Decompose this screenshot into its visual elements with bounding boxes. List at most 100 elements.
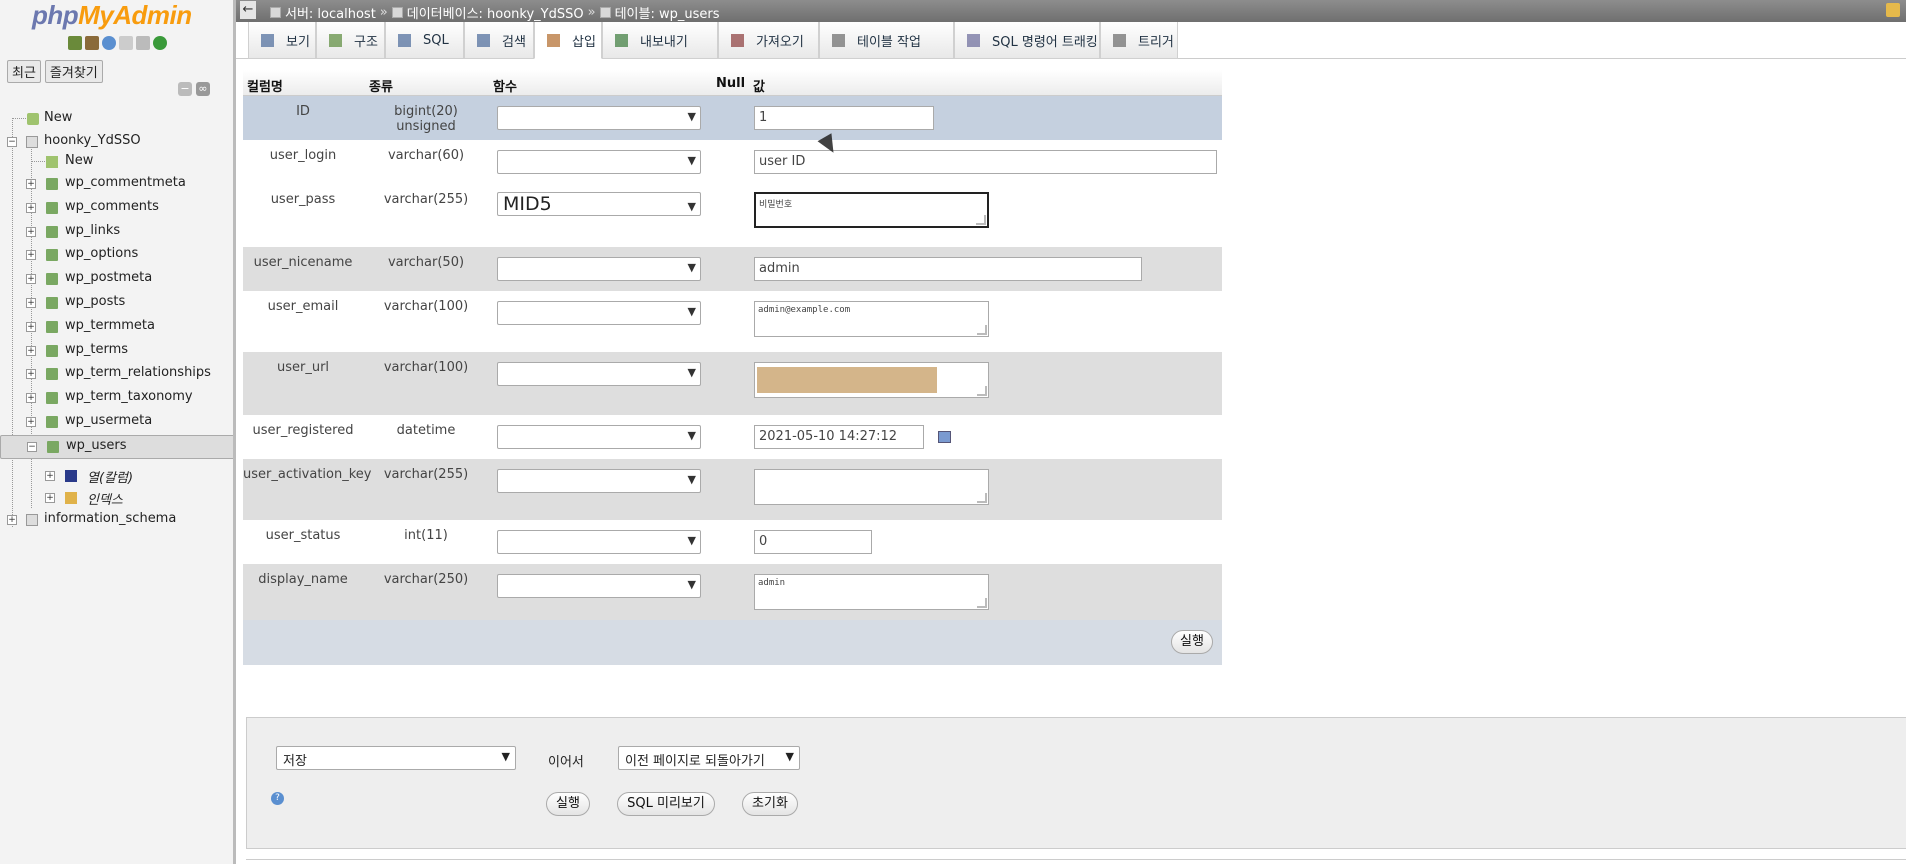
docs-icon[interactable] <box>119 36 133 50</box>
tree-item-wp-term-relationships[interactable]: + wp_term_relationships <box>0 363 233 385</box>
reset-button[interactable]: 초기화 <box>742 792 798 816</box>
tree-item-information-schema[interactable]: + information_schema <box>0 509 233 531</box>
tab-search[interactable]: 검색 <box>464 22 534 59</box>
value-field[interactable] <box>754 469 989 505</box>
expand-table-icon[interactable]: + <box>26 369 36 380</box>
tree-item-wp-termmeta[interactable]: + wp_termmeta <box>0 316 233 338</box>
home-icon[interactable] <box>68 36 82 50</box>
link-with-main-icon[interactable]: ∞ <box>196 82 210 96</box>
value-field[interactable]: 1 <box>754 106 934 130</box>
expand-table-icon[interactable]: + <box>26 298 36 308</box>
function-select[interactable]: ▼ <box>497 574 701 598</box>
expand-table-icon[interactable]: + <box>26 345 36 356</box>
function-select[interactable]: ▼ <box>497 257 701 281</box>
expand-table-icon[interactable]: + <box>26 226 36 237</box>
function-select[interactable]: ▼ <box>497 530 701 554</box>
calendar-icon[interactable] <box>938 431 951 443</box>
collapse-all-icon[interactable]: − <box>178 82 192 96</box>
collapse-db-icon[interactable]: − <box>7 137 17 147</box>
value-field[interactable]: 0 <box>754 530 872 554</box>
recent-tab[interactable]: 최근 <box>7 60 41 83</box>
tab-export[interactable]: 내보내기 <box>602 22 718 59</box>
tree-item-wp-commentmeta[interactable]: + wp_commentmeta <box>0 173 233 195</box>
value-field[interactable]: 비밀번호 <box>754 192 989 228</box>
action-select[interactable]: 저장 ▼ <box>276 746 516 770</box>
tree-item-label: wp_termmeta <box>65 317 155 333</box>
tab-operations[interactable]: 테이블 작업 <box>819 22 954 59</box>
sql-preview-button[interactable]: SQL 미리보기 <box>617 792 715 816</box>
breadcrumb-database[interactable]: 데이터베이스: hoonky_YdSSO <box>407 3 584 22</box>
tree-item-wp-postmeta[interactable]: + wp_postmeta <box>0 268 233 290</box>
column-name: user_registered <box>252 423 354 438</box>
browse-icon <box>261 33 274 47</box>
breadcrumb-server[interactable]: 서버: localhost <box>285 3 376 22</box>
expand-table-icon[interactable]: + <box>26 179 36 189</box>
expand-table-icon[interactable]: + <box>26 393 36 404</box>
chevron-down-icon: ▼ <box>785 750 794 763</box>
tree-item-wp-usermeta[interactable]: + wp_usermeta <box>0 411 233 433</box>
tab-insert[interactable]: 삽입 <box>534 22 602 59</box>
tab-sql[interactable]: SQL <box>385 22 464 59</box>
tab-triggers[interactable]: 트리거 <box>1100 22 1178 59</box>
expand-table-icon[interactable]: + <box>26 321 36 332</box>
expand-indexes-icon[interactable]: + <box>45 493 55 503</box>
tree-item-wp-terms[interactable]: + wp_terms <box>0 340 233 362</box>
tree-item-wp-comments[interactable]: + wp_comments <box>0 197 233 219</box>
settings-icon[interactable] <box>136 36 150 50</box>
help-icon[interactable] <box>102 36 116 50</box>
tree-item-wp-term-taxonomy[interactable]: + wp_term_taxonomy <box>0 387 233 409</box>
expand-table-icon[interactable]: + <box>26 417 36 427</box>
value-field[interactable]: user ID <box>754 150 1217 174</box>
column-name: display_name <box>258 572 348 587</box>
function-select[interactable]: MID5 ▼ <box>497 192 701 216</box>
tree-item-new-db[interactable]: New <box>0 108 233 130</box>
function-select[interactable]: ▼ <box>497 106 701 130</box>
value-field[interactable]: admin <box>754 257 1142 281</box>
function-select[interactable]: ▼ <box>497 469 701 493</box>
tab-structure[interactable]: 구조 <box>316 22 385 59</box>
tree-item-new-table[interactable]: New <box>0 151 233 173</box>
new-table-icon <box>46 156 58 168</box>
value-field[interactable] <box>754 362 989 398</box>
function-select[interactable]: ▼ <box>497 362 701 386</box>
tab-browse[interactable]: 보기 <box>248 22 316 59</box>
collapse-table-icon[interactable]: − <box>27 441 37 452</box>
tree-item-columns[interactable]: + 열(칼럼) <box>0 465 233 487</box>
then-select[interactable]: 이전 페이지로 되돌아가기 ▼ <box>618 746 800 770</box>
value-field[interactable]: 2021-05-10 14:27:12 <box>754 425 924 449</box>
tree-item-hoonky-ydsso[interactable]: − hoonky_YdSSO <box>0 131 233 153</box>
phpmyadmin-logo[interactable]: phpMyAdmin <box>32 0 192 31</box>
expand-table-icon[interactable]: + <box>26 202 36 213</box>
tree-item-wp-options[interactable]: + wp_options <box>0 244 233 266</box>
execute-button[interactable]: 실행 <box>1171 630 1213 654</box>
chevron-down-icon: ▼ <box>687 200 696 213</box>
tree-item-label: wp_term_relationships <box>65 365 211 381</box>
help-icon[interactable]: ? <box>271 792 284 805</box>
column-name: user_email <box>267 299 339 314</box>
tree-item-wp-links[interactable]: + wp_links <box>0 221 233 243</box>
breadcrumb-table[interactable]: 테이블: wp_users <box>615 3 720 22</box>
sql-query-icon[interactable] <box>85 36 99 50</box>
function-select[interactable]: ▼ <box>497 150 701 174</box>
expand-columns-icon[interactable]: + <box>45 471 55 481</box>
value-field[interactable]: admin@example.com <box>754 301 989 337</box>
favorites-tab[interactable]: 즐겨찾기 <box>44 60 103 83</box>
function-select[interactable]: ▼ <box>497 301 701 325</box>
value-field[interactable]: admin <box>754 574 989 610</box>
submit-row: 실행 <box>243 620 1222 665</box>
back-arrow-icon[interactable]: ← <box>240 1 256 19</box>
function-select[interactable]: ▼ <box>497 425 701 449</box>
lock-icon[interactable] <box>1886 3 1900 17</box>
expand-table-icon[interactable]: + <box>26 274 36 285</box>
reload-icon[interactable] <box>153 36 167 50</box>
go-button[interactable]: 실행 <box>546 792 590 816</box>
tab-import[interactable]: 가져오기 <box>718 22 819 59</box>
tree-item-indexes[interactable]: + 인덱스 <box>0 487 233 509</box>
tab-tracking[interactable]: SQL 명령어 트래킹 <box>954 22 1100 59</box>
tree-item-wp-posts[interactable]: + wp_posts <box>0 292 233 314</box>
table-icon <box>46 273 58 286</box>
tree-item-wp-users[interactable]: − wp_users <box>0 434 233 459</box>
expand-table-icon[interactable]: + <box>26 250 36 261</box>
expand-db-icon[interactable]: + <box>7 515 17 525</box>
column-name: user_url <box>276 360 330 375</box>
